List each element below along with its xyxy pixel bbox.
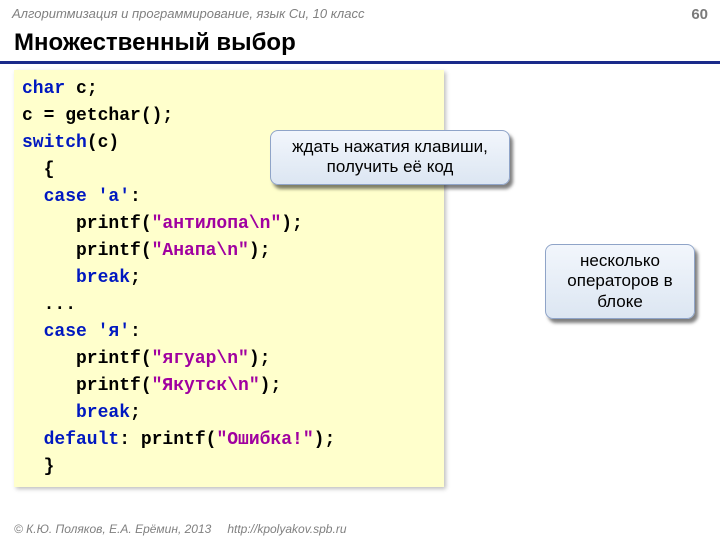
- code-char: 'а': [98, 187, 130, 207]
- code-text: printf(: [22, 214, 152, 234]
- code-text: }: [22, 457, 54, 477]
- code-text: {: [22, 160, 54, 180]
- code-text: printf(: [22, 241, 152, 261]
- code-string: "ягуар\n": [152, 349, 249, 369]
- code-char: 'я': [98, 322, 130, 342]
- code-text: (c): [87, 133, 119, 153]
- code-text: : printf(: [119, 430, 216, 450]
- code-keyword: default: [22, 430, 119, 450]
- content-area: char c; c = getchar(); switch(c) { case …: [0, 64, 720, 487]
- code-keyword: char: [22, 79, 65, 99]
- footer-copyright: © К.Ю. Поляков, Е.А. Ерёмин, 2013: [14, 522, 211, 536]
- code-text: c;: [65, 79, 97, 99]
- code-string: "Ошибка!": [216, 430, 313, 450]
- code-string: "Якутск\n": [152, 376, 260, 396]
- code-text: ...: [22, 295, 76, 315]
- code-keyword: switch: [22, 133, 87, 153]
- code-text: ;: [130, 403, 141, 423]
- code-text: );: [249, 241, 271, 261]
- footer: © К.Ю. Поляков, Е.А. Ерёмин, 2013 http:/…: [0, 522, 720, 536]
- code-keyword: case: [22, 322, 98, 342]
- code-keyword: case: [22, 187, 98, 207]
- callout-multi-ops: несколько операторов в блоке: [545, 244, 695, 319]
- code-text: );: [260, 376, 282, 396]
- code-keyword: break: [22, 268, 130, 288]
- header-bar: Алгоритмизация и программирование, язык …: [0, 0, 720, 25]
- code-text: :: [130, 322, 141, 342]
- footer-url: http://kpolyakov.spb.ru: [227, 522, 346, 536]
- callout-wait-key: ждать нажатия клавиши, получить её код: [270, 130, 510, 185]
- code-string: "Анапа\n": [152, 241, 249, 261]
- code-text: );: [281, 214, 303, 234]
- code-text: );: [249, 349, 271, 369]
- page-number: 60: [691, 6, 708, 23]
- code-text: printf(: [22, 349, 152, 369]
- code-text: printf(: [22, 376, 152, 396]
- code-string: "антилопа\n": [152, 214, 282, 234]
- code-text: ;: [130, 268, 141, 288]
- page-title: Множественный выбор: [0, 25, 720, 64]
- code-text: );: [314, 430, 336, 450]
- code-text: c = getchar();: [22, 106, 173, 126]
- subject-line: Алгоритмизация и программирование, язык …: [12, 6, 364, 23]
- code-text: :: [130, 187, 141, 207]
- code-keyword: break: [22, 403, 130, 423]
